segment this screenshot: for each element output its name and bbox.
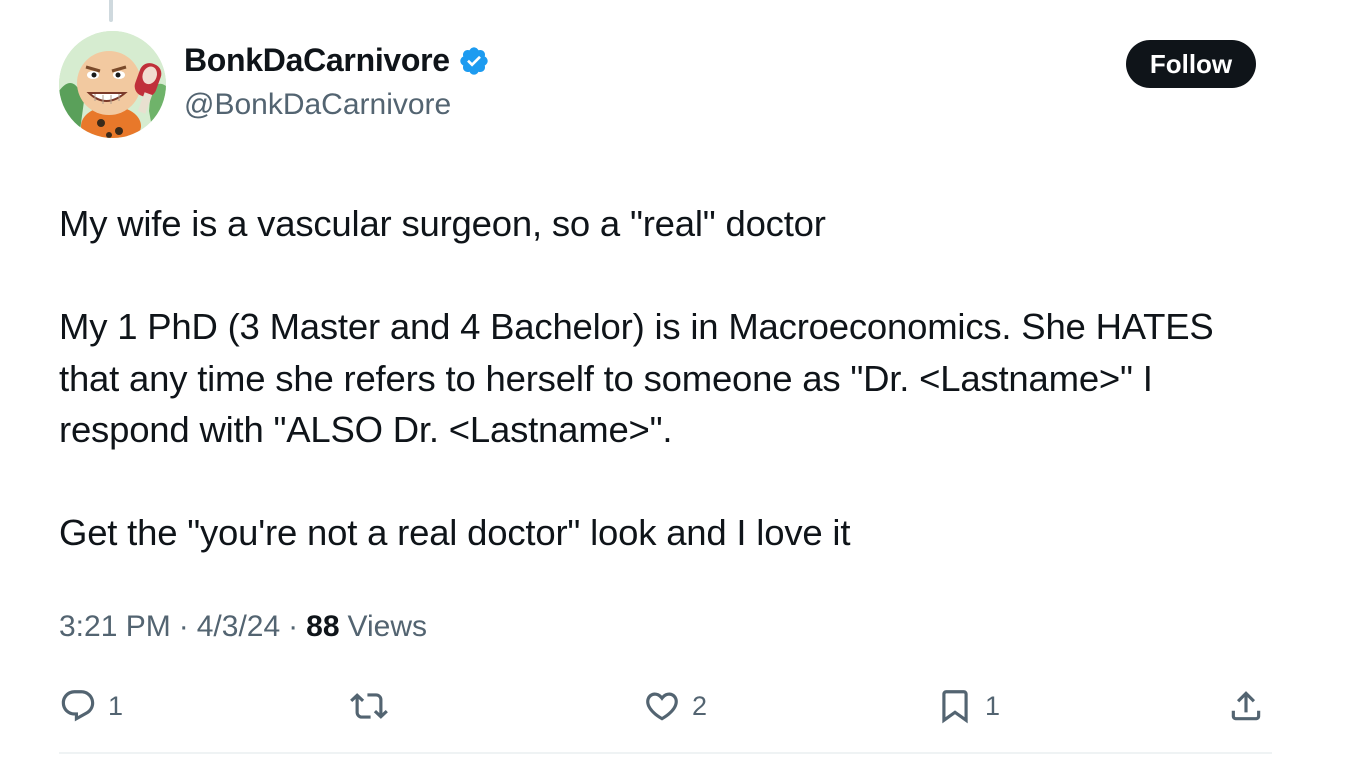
author-display-name[interactable]: BonkDaCarnivore [184,42,450,79]
avatar[interactable] [59,31,166,138]
views-label: Views [347,610,428,643]
meta-separator: · [288,610,299,643]
tweet-paragraph: My 1 PhD (3 Master and 4 Bachelor) is in… [59,306,1224,450]
tweet-actions-bar: 1 2 1 [0,680,1356,732]
retweet-button[interactable] [350,680,399,732]
thread-connector-line [109,0,113,22]
avatar-image [59,31,166,138]
bookmark-icon [942,690,968,724]
like-count: 2 [692,690,708,721]
tweet-paragraph: My wife is a vascular surgeon, so a "rea… [59,203,826,244]
bookmark-count: 1 [985,690,1001,721]
bookmark-button[interactable]: 1 [936,680,1000,732]
share-button[interactable] [1227,680,1265,732]
views-count: 88 [306,610,340,643]
tweet-metadata: 3:21 PM · 4/3/24 · 88 Views [59,610,427,644]
like-button[interactable]: 2 [643,680,707,732]
author-handle[interactable]: @BonkDaCarnivore [184,88,451,122]
tweet-time[interactable]: 3:21 PM [59,610,171,644]
reply-button[interactable]: 1 [59,680,123,732]
heart-icon [646,692,678,721]
verified-badge-icon [460,46,488,75]
tweet-date[interactable]: 4/3/24 [197,610,280,644]
reply-icon [61,690,95,722]
author-name-row[interactable]: BonkDaCarnivore [184,42,490,79]
reply-count: 1 [108,690,124,721]
share-icon [1231,691,1261,721]
tweet-text: My wife is a vascular surgeon, so a "rea… [59,198,1279,559]
follow-button[interactable]: Follow [1126,40,1256,88]
tweet-paragraph: Get the "you're not a real doctor" look … [59,512,851,553]
divider [59,752,1272,754]
retweet-icon [350,693,388,719]
meta-separator: · [178,610,189,643]
